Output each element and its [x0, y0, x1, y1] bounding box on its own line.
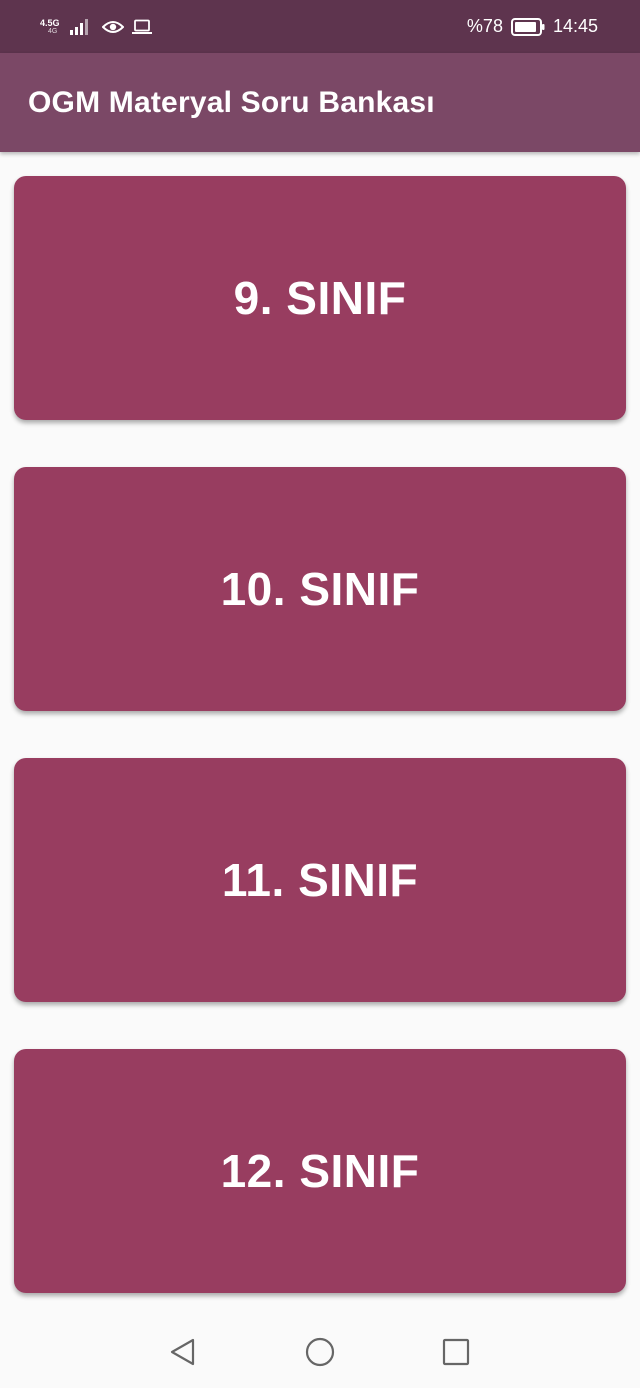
eye-icon: [101, 20, 124, 33]
network-type-label: 4.5G: [40, 17, 60, 28]
app-title: OGM Materyal Soru Bankası: [28, 85, 435, 119]
grade-12-label: 12. SINIF: [220, 1145, 420, 1197]
grade-12-button[interactable]: 12. SINIF: [14, 1049, 626, 1293]
status-right: %78 14:45: [467, 16, 598, 37]
network-sub-label: 4G: [48, 27, 58, 35]
grade-9-label: 9. SINIF: [233, 272, 407, 324]
grade-11-label: 11. SINIF: [221, 854, 419, 906]
grade-11-button[interactable]: 11. SINIF: [14, 758, 626, 1002]
clock: 14:45: [552, 16, 598, 36]
nav-bar: [0, 1316, 640, 1388]
grade-list: 9. SINIF 10. SINIF 11. SINIF 12. SINIF: [14, 176, 626, 1340]
home-icon[interactable]: [304, 1336, 336, 1368]
status-left: 4.5G 4G: [40, 17, 152, 35]
signal-icon: [69, 18, 88, 35]
laptop-icon: [131, 19, 152, 34]
battery-percent: %78: [466, 16, 503, 36]
grade-10-label: 10. SINIF: [220, 563, 420, 615]
grade-10-button[interactable]: 10. SINIF: [14, 467, 626, 711]
network-type: 4.5G 4G: [40, 17, 60, 35]
recents-icon[interactable]: [440, 1336, 472, 1368]
battery-icon: [510, 17, 545, 36]
status-bar: 4.5G 4G %78 14:45: [0, 0, 640, 53]
back-icon[interactable]: [167, 1336, 199, 1368]
grade-9-button[interactable]: 9. SINIF: [14, 176, 626, 420]
app-bar: OGM Materyal Soru Bankası: [0, 53, 640, 152]
